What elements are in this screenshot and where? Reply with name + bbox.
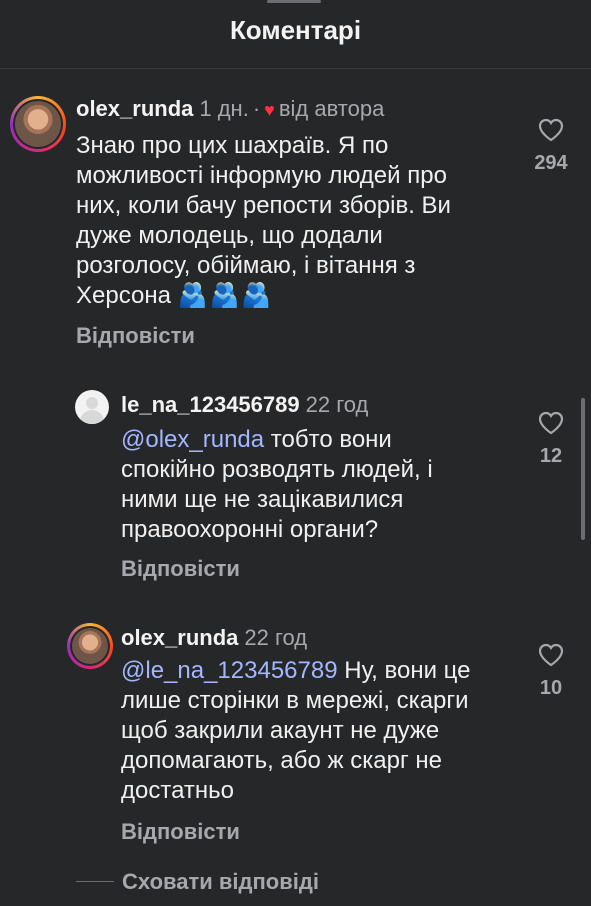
mention-link[interactable]: @le_na_123456789 <box>121 657 338 684</box>
sheet-drag-handle[interactable] <box>267 0 321 3</box>
heart-outline-icon[interactable] <box>538 411 564 435</box>
reply-button[interactable]: Відповісти <box>121 556 240 582</box>
separator-dot: · <box>252 96 261 121</box>
reply-button[interactable]: Відповісти <box>76 323 195 349</box>
heart-outline-icon[interactable] <box>538 643 564 667</box>
avatar[interactable] <box>67 623 113 669</box>
timestamp: 22 год <box>305 392 369 417</box>
page-title: Коментарі <box>229 15 362 45</box>
hug-emoji: 🫂🫂🫂 <box>177 282 274 309</box>
header-divider <box>0 68 591 69</box>
like-button[interactable]: 10 <box>521 643 581 700</box>
timestamp: 22 год <box>244 625 308 650</box>
replies-divider-line <box>76 881 114 882</box>
comment-meta: olex_runda 22 год <box>121 625 307 651</box>
comment-meta: le_na_123456789 22 год <box>121 392 368 418</box>
comment-text: @le_na_123456789 Ну, вони це лише сторін… <box>121 656 521 806</box>
like-button[interactable]: 12 <box>521 411 581 468</box>
liked-by-author-label: від автора <box>278 96 385 121</box>
username[interactable]: olex_runda <box>76 96 193 121</box>
hide-replies-button[interactable]: Сховати відповіді <box>122 869 319 895</box>
heart-filled-icon: ♥ <box>264 100 275 120</box>
comment-meta: olex_runda 1 дн. · ♥ від автора <box>76 96 384 122</box>
avatar[interactable] <box>75 390 109 424</box>
username[interactable]: le_na_123456789 <box>121 392 300 417</box>
username[interactable]: olex_runda <box>121 625 238 650</box>
comment-text: @olex_runda тобто вони спокійно розводят… <box>121 425 451 545</box>
like-button[interactable]: 294 <box>521 118 581 175</box>
heart-outline-icon[interactable] <box>538 118 564 142</box>
reply-button[interactable]: Відповісти <box>121 819 240 845</box>
like-count: 10 <box>539 677 563 699</box>
like-count: 294 <box>534 152 568 174</box>
like-count: 12 <box>539 445 563 467</box>
mention-link[interactable]: @olex_runda <box>121 426 264 453</box>
timestamp: 1 дн. <box>199 96 249 121</box>
avatar[interactable] <box>10 96 66 152</box>
comment-text: Знаю про цих шахраїв. Я по можливості ін… <box>76 131 496 311</box>
scrollbar[interactable] <box>581 398 585 540</box>
